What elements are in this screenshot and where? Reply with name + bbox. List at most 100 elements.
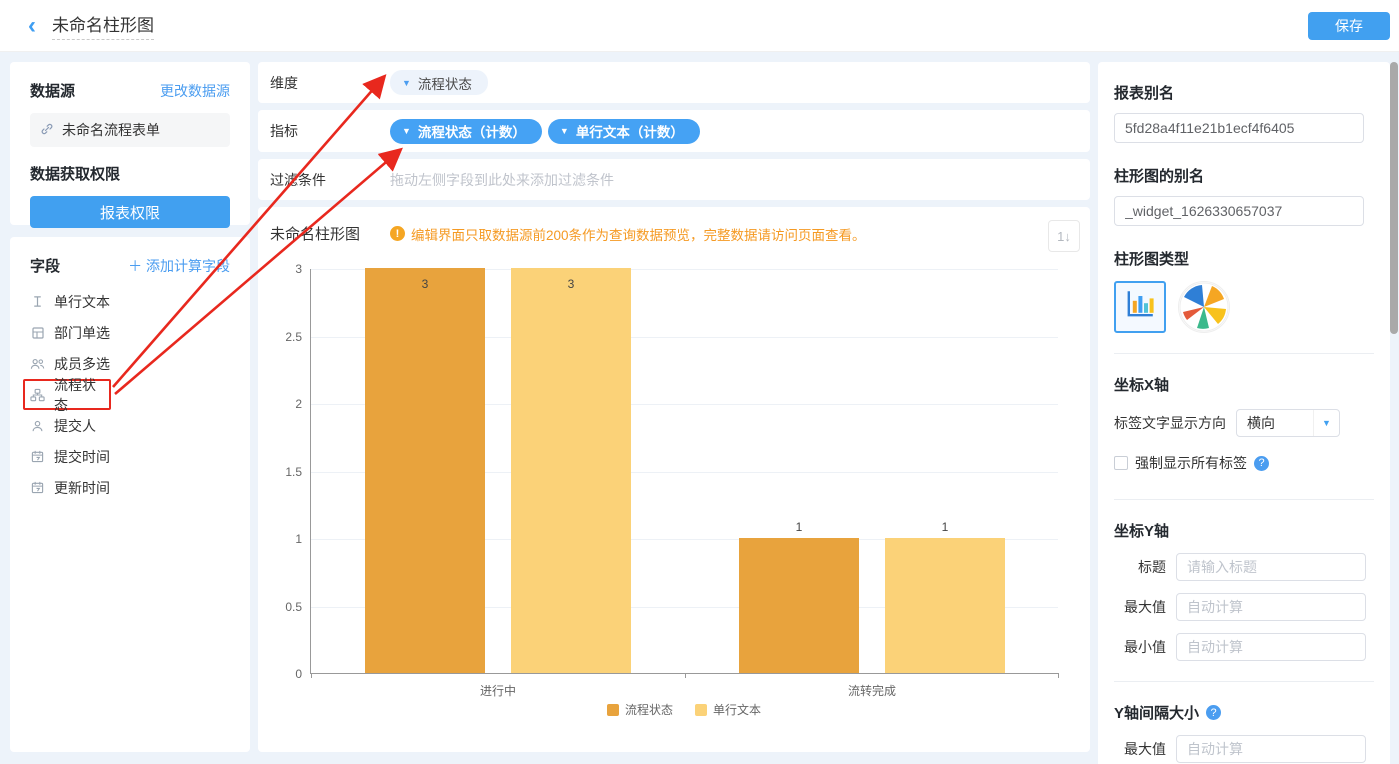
bar (885, 538, 1005, 673)
field-item-提交人[interactable]: 提交人 (30, 410, 230, 441)
x-axis-category-label: 进行中 (311, 682, 685, 699)
force-show-labels-checkbox[interactable] (1114, 456, 1128, 470)
fields-title: 字段 (30, 255, 60, 276)
scrollbar-thumb[interactable] (1390, 62, 1398, 334)
pie-chart-type-icon[interactable] (1178, 281, 1230, 333)
widget-alias-input[interactable] (1114, 196, 1364, 226)
sort-button[interactable]: 1↓ (1048, 220, 1080, 252)
bar-单行文本-进行中[interactable]: 3 (511, 268, 631, 673)
metric-tag[interactable]: ▼流程状态（计数） (390, 119, 542, 144)
datasource-title: 数据源 (30, 80, 75, 101)
y-axis-tick-label: 0 (262, 667, 302, 681)
dimension-label: 维度 (270, 73, 390, 93)
page-title[interactable]: 未命名柱形图 (52, 11, 154, 40)
field-label: 提交时间 (54, 447, 110, 467)
report-alias-input[interactable] (1114, 113, 1364, 143)
field-item-部门单选[interactable]: 部门单选 (30, 317, 230, 348)
metric-tag[interactable]: ▼ 单行文本（计数） (548, 119, 700, 144)
calendar-icon (30, 449, 45, 464)
datasource-card: 数据源 更改数据源 未命名流程表单 数据获取权限 报表权限 (10, 62, 250, 225)
x-axis-tick (311, 673, 312, 678)
y-title-label: 标题 (1114, 557, 1176, 577)
chart-card: 未命名柱形图 ! 编辑界面只取数据源前200条作为查询数据预览，完整数据请访问页… (258, 207, 1090, 752)
field-item-更新时间[interactable]: 更新时间 (30, 472, 230, 503)
field-item-流程状态[interactable]: 流程状态 (23, 379, 111, 410)
warning-icon: ! (390, 226, 405, 241)
link-icon (40, 122, 54, 139)
category-group: 33 (311, 269, 685, 673)
top-header: ‹ 未命名柱形图 保存 (0, 0, 1399, 52)
fields-list: 单行文本部门单选成员多选流程状态提交人提交时间更新时间 (30, 286, 230, 503)
category-group: 11 (685, 269, 1059, 673)
chevron-down-icon: ▼ (402, 78, 411, 88)
text-icon (30, 294, 45, 309)
chart-type-label: 柱形图类型 (1114, 248, 1374, 269)
label-direction-label: 标签文字显示方向 (1114, 413, 1226, 433)
filter-placeholder: 拖动左侧字段到此处来添加过滤条件 (390, 170, 614, 190)
fields-card: 字段 ＋ 添加计算字段 单行文本部门单选成员多选流程状态提交人提交时间更新时间 (10, 237, 250, 752)
y-min-label: 最小值 (1114, 637, 1176, 657)
preview-warning: ! 编辑界面只取数据源前200条作为查询数据预览，完整数据请访问页面查看。 (390, 224, 866, 244)
field-label: 单行文本 (54, 292, 110, 312)
metrics-row: 指标 ▼流程状态（计数）▼单行文本（计数） (258, 110, 1090, 152)
change-datasource-link[interactable]: 更改数据源 (160, 81, 230, 101)
y-axis-tick-label: 0.5 (262, 600, 302, 614)
report-permission-button[interactable]: 报表权限 (30, 196, 230, 228)
metrics-label: 指标 (270, 121, 390, 141)
interval-max-input[interactable] (1176, 735, 1366, 763)
metric-tag-label: 单行文本（计数） (576, 121, 684, 141)
legend-swatch (695, 704, 707, 716)
chart-legend: 流程状态 单行文本 (310, 701, 1058, 718)
filter-row[interactable]: 过滤条件 拖动左侧字段到此处来添加过滤条件 (258, 159, 1090, 200)
chevron-down-icon: ▼ (560, 126, 569, 136)
filter-label: 过滤条件 (270, 170, 390, 190)
bar-value-label: 3 (511, 277, 631, 291)
x-axis-category-label: 流转完成 (685, 682, 1059, 699)
help-icon[interactable]: ? (1206, 705, 1221, 720)
dimension-tags: ▼流程状态 (390, 70, 488, 95)
department-icon (30, 325, 45, 340)
y-max-label: 最大值 (1114, 597, 1176, 617)
y-axis-tick-label: 2.5 (262, 330, 302, 344)
chevron-down-icon: ▼ (1313, 410, 1339, 436)
bar-流程状态-进行中[interactable]: 3 (365, 268, 485, 673)
add-calc-field-link[interactable]: ＋ 添加计算字段 (128, 256, 230, 276)
y-min-input[interactable] (1176, 633, 1366, 661)
permission-title: 数据获取权限 (30, 163, 230, 184)
bar-value-label: 1 (885, 520, 1005, 534)
bar (511, 268, 631, 673)
bar-chart-type-icon[interactable] (1114, 281, 1166, 333)
bar-单行文本-流转完成[interactable]: 1 (885, 538, 1005, 673)
bar (365, 268, 485, 673)
x-axis-tick (685, 673, 686, 678)
chevron-down-icon: ▼ (402, 126, 411, 136)
person-icon (30, 418, 45, 433)
x-axis-title: 坐标X轴 (1114, 374, 1374, 395)
plus-icon: ＋ (128, 258, 146, 274)
y-interval-title: Y轴间隔大小 (1114, 702, 1199, 723)
legend-label: 单行文本 (713, 701, 761, 718)
legend-item-单行文本[interactable]: 单行文本 (695, 701, 761, 718)
save-button[interactable]: 保存 (1308, 12, 1390, 40)
legend-label: 流程状态 (625, 701, 673, 718)
legend-item-流程状态[interactable]: 流程状态 (607, 701, 673, 718)
y-title-input[interactable] (1176, 553, 1366, 581)
field-label: 提交人 (54, 416, 96, 436)
field-item-提交时间[interactable]: 提交时间 (30, 441, 230, 472)
datasource-item[interactable]: 未命名流程表单 (30, 113, 230, 147)
report-alias-label: 报表别名 (1114, 82, 1374, 103)
settings-panel: 报表别名 柱形图的别名 柱形图类型 坐标X轴 (1098, 62, 1390, 764)
bar (739, 538, 859, 673)
back-icon[interactable]: ‹ (28, 14, 36, 38)
metric-tags: ▼流程状态（计数）▼单行文本（计数） (390, 119, 700, 144)
bar-流程状态-流转完成[interactable]: 1 (739, 538, 859, 673)
dimension-tag[interactable]: ▼流程状态 (390, 70, 488, 95)
chart-title: 未命名柱形图 (270, 223, 390, 244)
help-icon[interactable]: ? (1254, 456, 1269, 471)
y-axis-tick-label: 1.5 (262, 465, 302, 479)
y-axis-tick-label: 3 (262, 262, 302, 276)
y-max-input[interactable] (1176, 593, 1366, 621)
widget-alias-label: 柱形图的别名 (1114, 165, 1374, 186)
label-direction-dropdown[interactable]: 横向 ▼ (1236, 409, 1340, 437)
field-item-单行文本[interactable]: 单行文本 (30, 286, 230, 317)
